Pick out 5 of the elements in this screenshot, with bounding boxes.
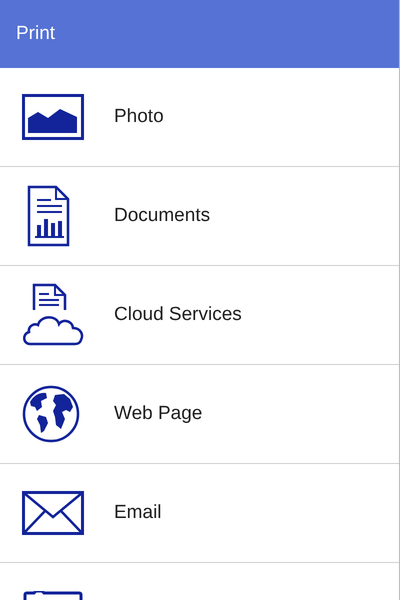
globe-icon <box>22 385 80 443</box>
envelope-icon <box>22 491 84 535</box>
folder-icon <box>22 591 84 600</box>
screen-title: Print <box>16 23 56 45</box>
image-icon <box>22 94 84 140</box>
